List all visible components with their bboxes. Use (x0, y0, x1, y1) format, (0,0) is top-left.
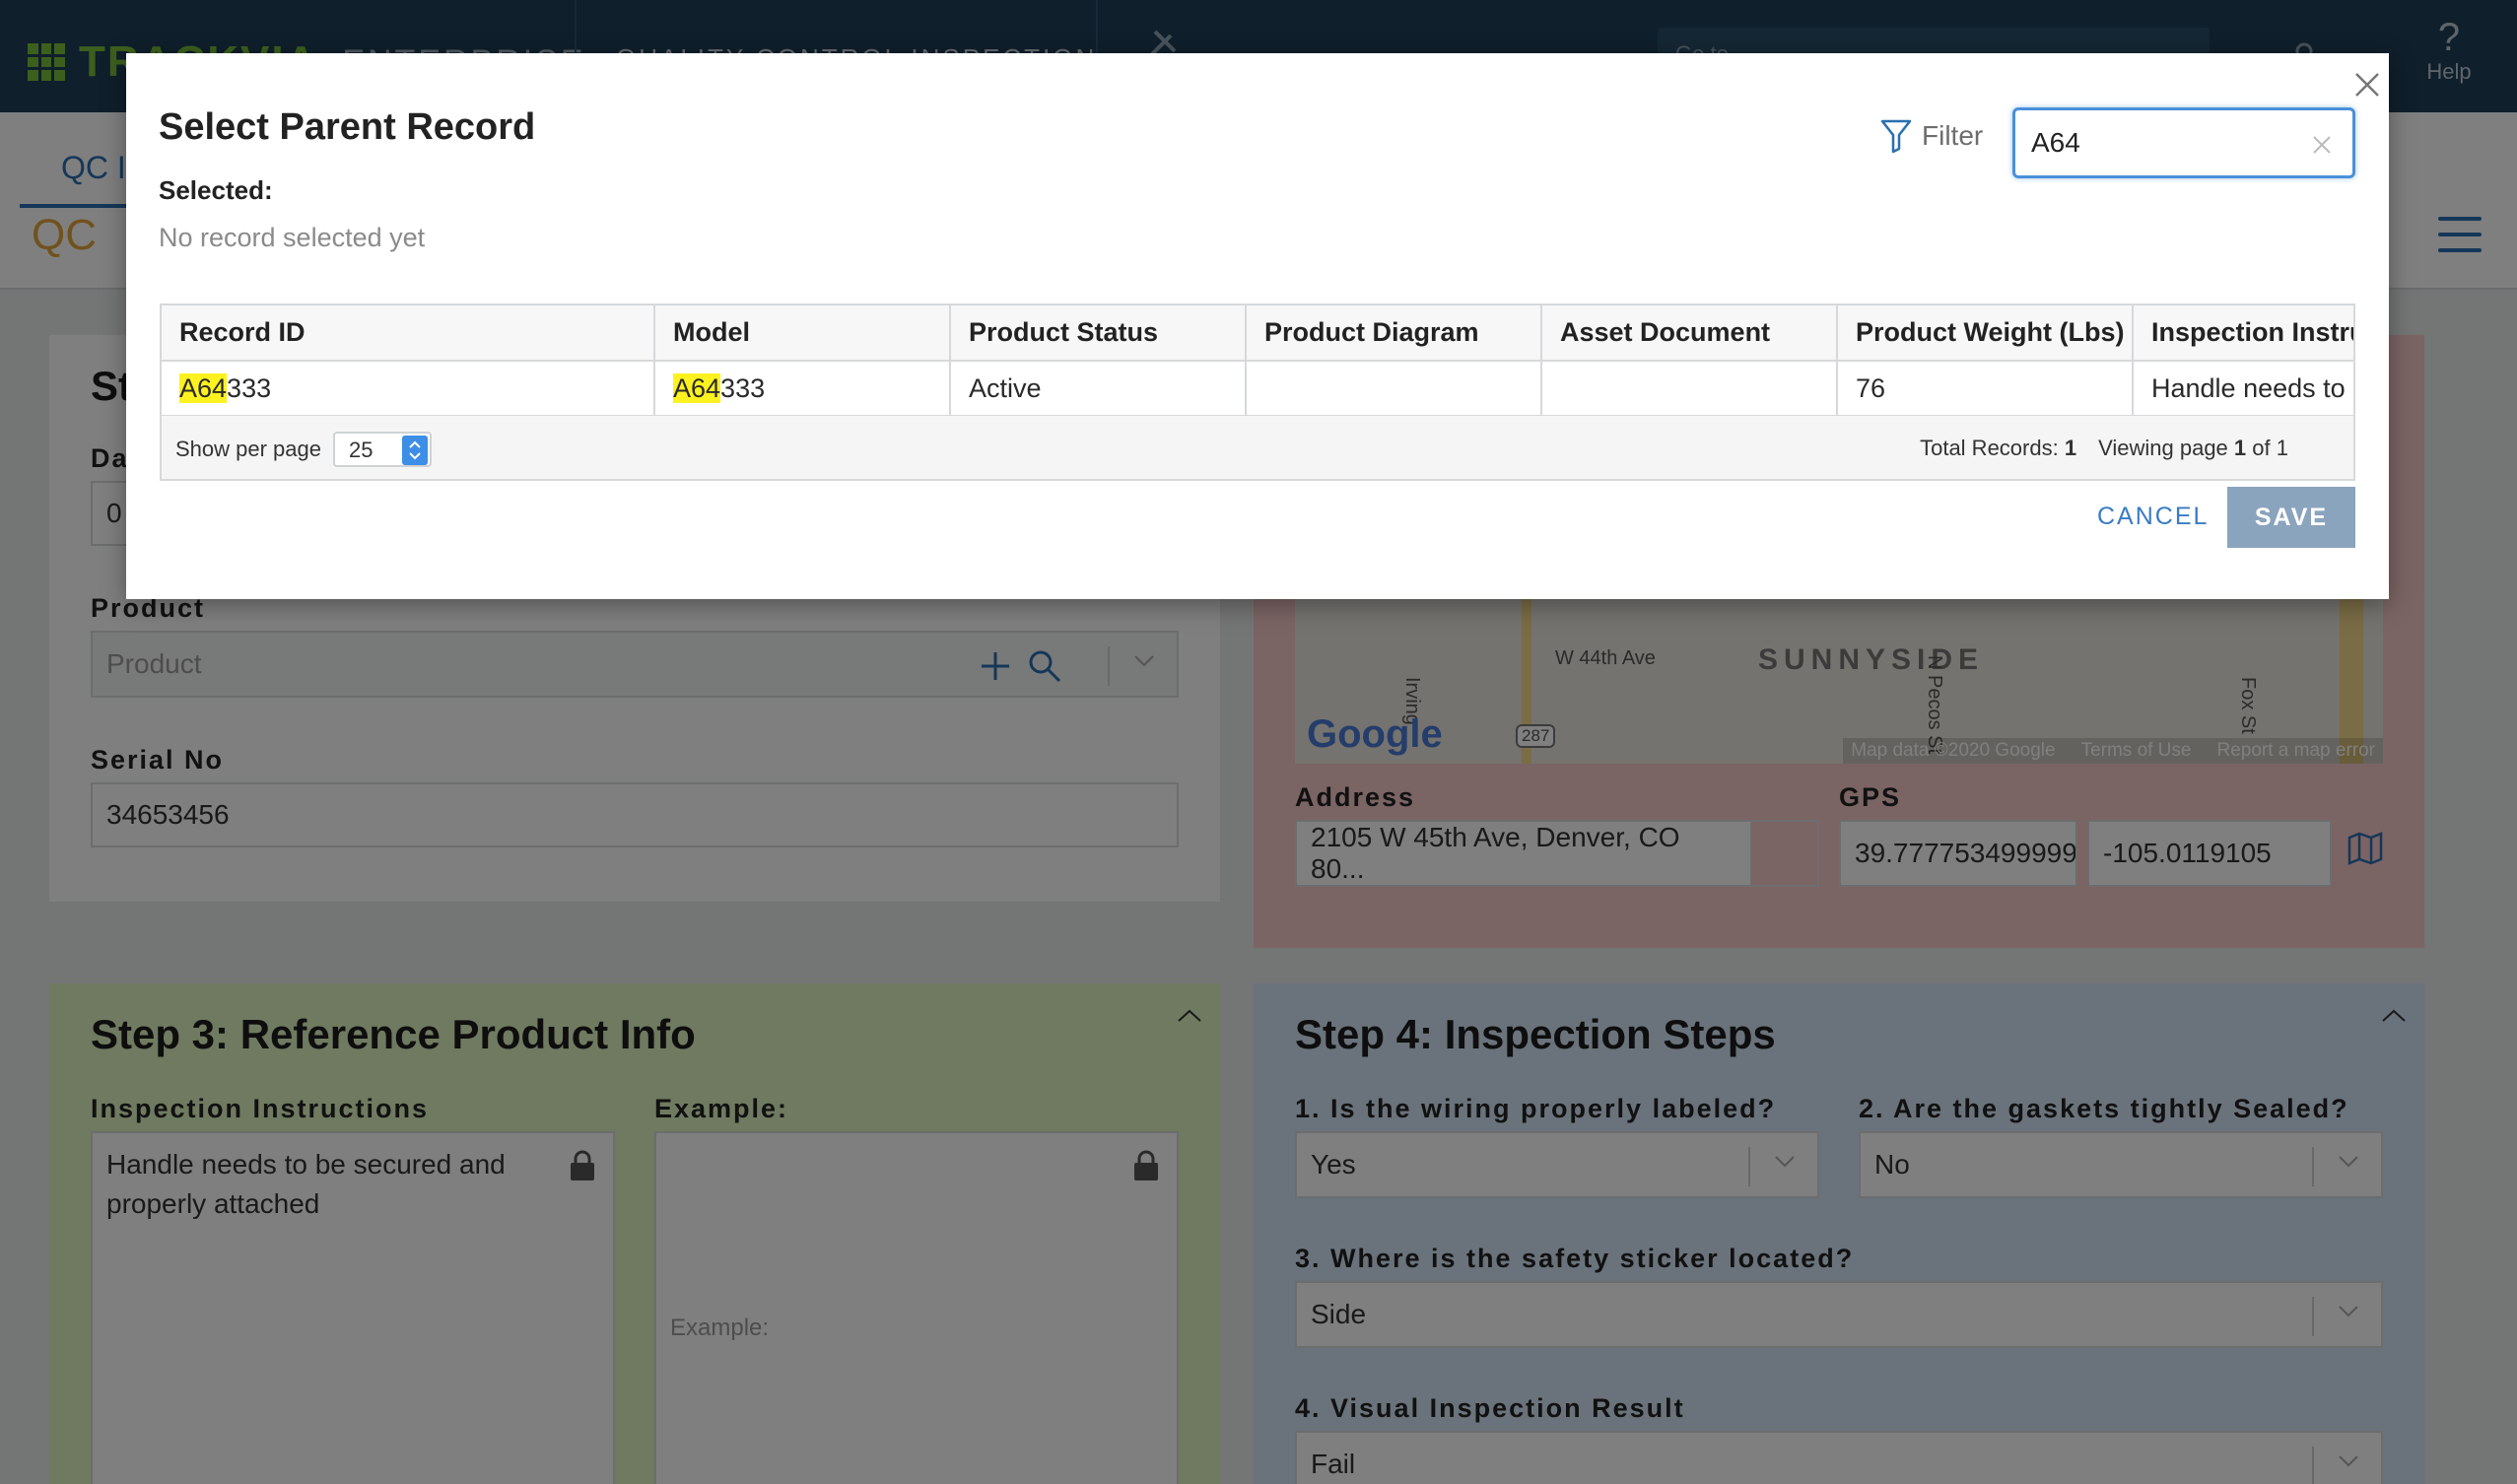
records-table: Record ID Model Product Status Product D… (160, 304, 2355, 481)
weight-cell[interactable]: 76 (1837, 361, 2134, 417)
close-icon[interactable] (2351, 69, 2383, 101)
column-header[interactable]: Product Diagram (1246, 305, 1542, 362)
asset-cell[interactable] (1541, 361, 1838, 417)
select-parent-record-modal: Select Parent Record Selected: No record… (126, 53, 2389, 599)
page-of: of 1 (2252, 436, 2288, 460)
cancel-button[interactable]: CANCEL (2097, 503, 2209, 531)
record-id-rest: 333 (227, 372, 272, 403)
selected-label: Selected: (159, 175, 273, 205)
clear-icon[interactable] (2311, 134, 2333, 156)
table-footer: Show per page 25 Total Records: 1 Viewin… (162, 416, 2353, 479)
column-header[interactable]: Inspection Instru (2133, 305, 2353, 362)
table-header-row: Record ID Model Product Status Product D… (162, 305, 2353, 362)
viewing-label: Viewing page (2098, 436, 2228, 460)
column-header[interactable]: Product Weight (Lbs) (1837, 305, 2134, 362)
per-page-value: 25 (349, 438, 374, 462)
table-row[interactable]: A64333 A64333 Active 76 Handle needs to (162, 361, 2353, 417)
filter-label: Filter (1922, 120, 1984, 151)
total-records-value: 1 (2064, 436, 2077, 460)
page-current: 1 (2233, 436, 2247, 460)
stepper-icon (402, 436, 428, 465)
total-records: Total Records: 1 (1920, 436, 2076, 461)
search-match-highlight: A64 (179, 372, 228, 403)
total-records-label: Total Records: (1920, 436, 2059, 460)
model-cell[interactable]: A64333 (654, 361, 951, 417)
page-info: Viewing page 1 of 1 (2098, 436, 2288, 461)
per-page-select[interactable]: 25 (333, 432, 432, 467)
search-box[interactable] (2012, 107, 2355, 178)
filter-icon (1880, 119, 1912, 154)
modal-title: Select Parent Record (159, 106, 536, 148)
column-header[interactable]: Product Status (950, 305, 1247, 362)
record-id-cell[interactable]: A64333 (162, 361, 655, 417)
diagram-cell[interactable] (1246, 361, 1542, 417)
column-header[interactable]: Record ID (162, 305, 655, 362)
selected-value: No record selected yet (159, 223, 426, 252)
save-button[interactable]: SAVE (2227, 487, 2355, 548)
search-input[interactable] (2031, 127, 2297, 159)
search-match-highlight: A64 (673, 372, 721, 403)
column-header[interactable]: Asset Document (1541, 305, 1838, 362)
status-cell[interactable]: Active (950, 361, 1247, 417)
model-rest: 333 (720, 372, 766, 403)
per-page-label: Show per page (175, 437, 321, 461)
column-header[interactable]: Model (654, 305, 951, 362)
instructions-cell[interactable]: Handle needs to (2133, 361, 2353, 417)
filter-button[interactable]: Filter (1880, 118, 1983, 154)
